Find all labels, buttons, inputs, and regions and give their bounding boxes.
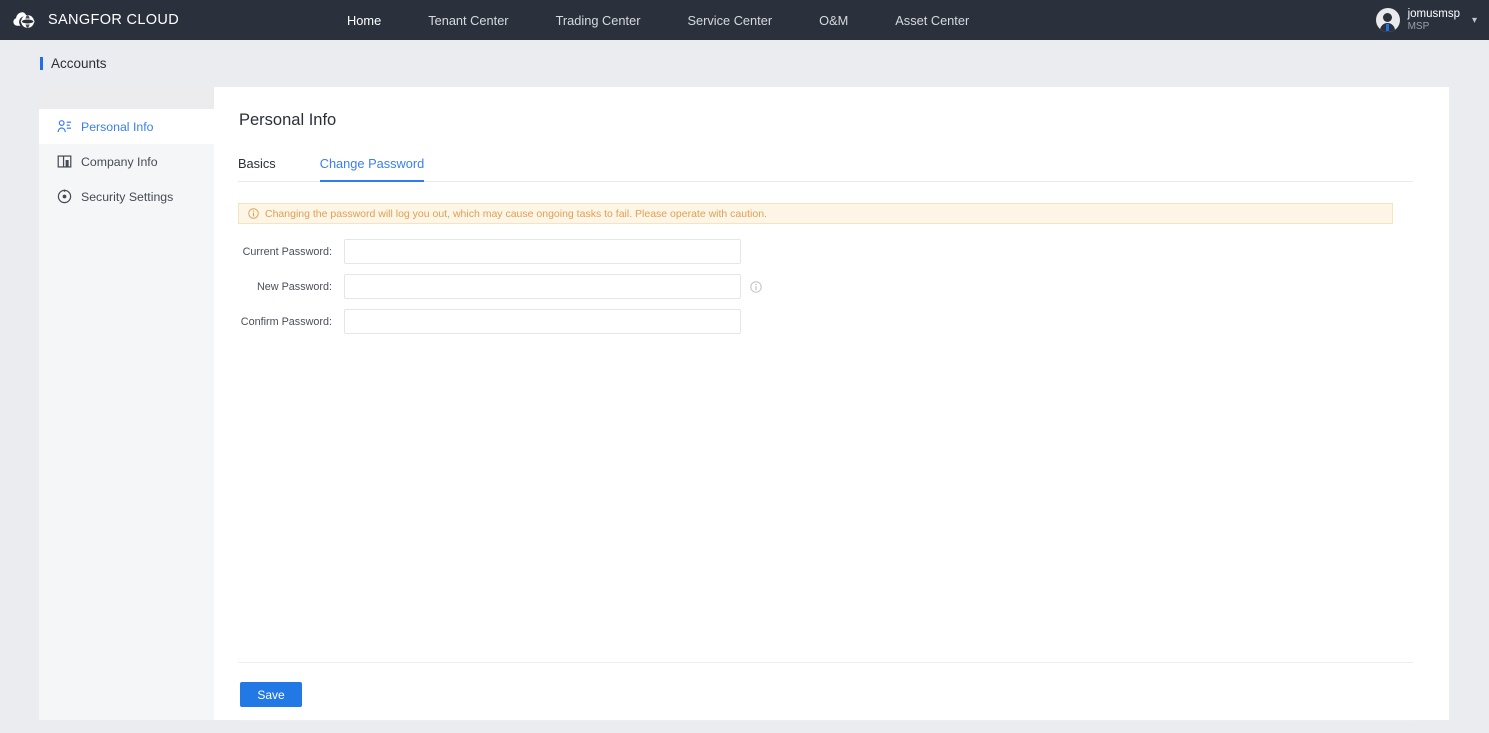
confirm-password-label: Confirm Password:	[240, 315, 332, 328]
nav-item-tenant-center[interactable]: Tenant Center	[428, 13, 508, 28]
confirm-password-input[interactable]	[344, 309, 741, 334]
building-icon	[57, 155, 72, 168]
chevron-down-icon: ▾	[1471, 14, 1477, 26]
nav-item-om[interactable]: O&M	[819, 13, 848, 28]
cloud-globe-icon	[13, 12, 35, 28]
info-circle-icon[interactable]	[750, 280, 762, 293]
sidebar-header-strip	[39, 87, 214, 109]
new-password-input[interactable]	[344, 274, 741, 299]
warning-banner: Changing the password will log you out, …	[238, 203, 1393, 224]
footer-divider-top	[238, 662, 1413, 663]
sidebar-item-company-info[interactable]: Company Info	[39, 144, 214, 179]
breadcrumb: Accounts	[0, 40, 1489, 87]
page-title: Personal Info	[239, 111, 337, 129]
page-container: Personal Info Company Info Security Sett…	[39, 87, 1449, 721]
nav-item-asset-center[interactable]: Asset Center	[895, 13, 969, 28]
user-name: jomusmsp	[1407, 7, 1460, 20]
breadcrumb-marker	[40, 57, 43, 70]
tab-basics[interactable]: Basics	[238, 156, 276, 182]
form-row-confirm-password: Confirm Password:	[238, 309, 1413, 334]
change-password-form: Current Password: New Password: Confirm …	[238, 239, 1413, 334]
sidebar-item-personal-info[interactable]: Personal Info	[39, 109, 214, 144]
main-navigation: Home Tenant Center Trading Center Servic…	[347, 13, 969, 28]
user-avatar-icon	[1375, 8, 1400, 32]
breadcrumb-label: Accounts	[51, 56, 107, 71]
save-button[interactable]: Save	[240, 682, 302, 707]
form-row-current-password: Current Password:	[238, 239, 1413, 264]
sidebar-item-label: Personal Info	[81, 119, 154, 134]
user-info: jomusmsp MSP	[1408, 8, 1460, 33]
info-circle-icon	[248, 208, 259, 219]
footer-divider-bottom	[238, 720, 1413, 721]
sidebar-item-label: Security Settings	[81, 189, 174, 204]
warning-text: Changing the password will log you out, …	[265, 207, 767, 220]
sidebar: Personal Info Company Info Security Sett…	[39, 87, 214, 720]
user-profile-icon	[57, 120, 72, 132]
form-row-new-password: New Password:	[238, 274, 1413, 299]
content-panel: Personal Info Basics Change Password Cha…	[214, 87, 1449, 721]
current-password-label: Current Password:	[242, 245, 332, 258]
sidebar-item-label: Company Info	[81, 154, 158, 169]
tab-bar: Basics Change Password	[238, 151, 1413, 182]
user-menu[interactable]: jomusmsp MSP ▾	[1375, 0, 1477, 40]
user-role: MSP	[1407, 20, 1430, 32]
sidebar-item-security-settings[interactable]: Security Settings	[39, 179, 214, 214]
brand-name: SANGFOR CLOUD	[48, 12, 180, 28]
nav-item-service-center[interactable]: Service Center	[687, 13, 772, 28]
current-password-input[interactable]	[344, 239, 741, 264]
nav-item-home[interactable]: Home	[347, 13, 381, 28]
brand-logo-area[interactable]: SANGFOR CLOUD	[0, 9, 179, 31]
nav-item-trading-center[interactable]: Trading Center	[556, 13, 641, 28]
new-password-label: New Password:	[256, 280, 332, 293]
shield-target-icon	[57, 189, 72, 204]
top-header: SANGFOR CLOUD Home Tenant Center Trading…	[0, 0, 1489, 40]
tab-change-password[interactable]: Change Password	[319, 156, 425, 182]
